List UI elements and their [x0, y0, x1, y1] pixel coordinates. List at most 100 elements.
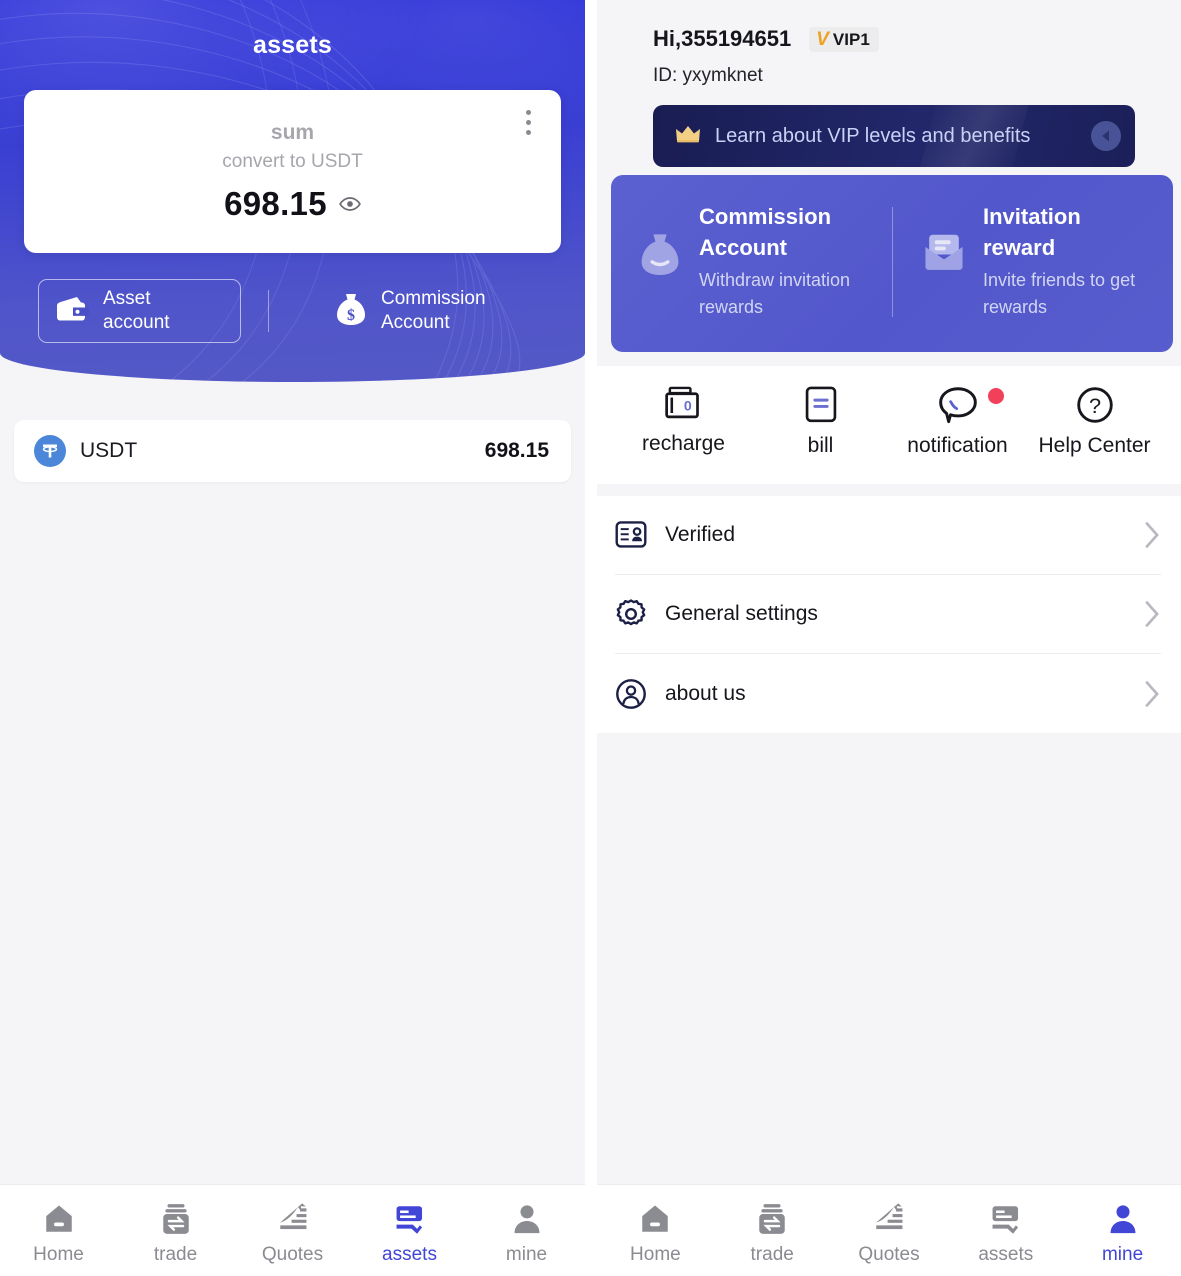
tab-assets[interactable]: assets	[947, 1202, 1064, 1266]
quick-action-label: notification	[907, 434, 1008, 457]
tab-label: Home	[33, 1243, 84, 1265]
tab-label: Quotes	[858, 1243, 920, 1265]
trade-icon	[162, 1203, 189, 1234]
account-divider	[268, 290, 269, 332]
tab-label: mine	[505, 1243, 548, 1265]
chevron-right-icon	[1145, 680, 1159, 707]
tab-mine[interactable]: mine	[1064, 1202, 1181, 1266]
panel-divider	[585, 0, 597, 1276]
tab-mine[interactable]: mine	[468, 1202, 585, 1266]
mine-screen: Hi,355194651 V VIP1 ID: yxymknet Learn a…	[597, 0, 1181, 1276]
promo-title: Invitation reward	[983, 204, 1081, 260]
quick-action-notification[interactable]: notification	[889, 386, 1026, 458]
token-amount: 698.15	[484, 439, 549, 462]
balance-amount: 698.15	[224, 185, 327, 222]
tab-trade[interactable]: trade	[117, 1202, 234, 1266]
asset-account-label: Asset account	[103, 288, 170, 333]
commission-account-button[interactable]: $ Commission Account	[323, 278, 498, 344]
chevron-right-icon	[1145, 601, 1159, 627]
token-symbol: USDT	[80, 439, 138, 462]
person-icon	[1110, 1204, 1136, 1233]
asset-account-button[interactable]: Asset account	[38, 279, 241, 343]
tab-assets[interactable]: assets	[351, 1202, 468, 1266]
eye-icon[interactable]	[338, 193, 361, 215]
balance-card: sum convert to USDT 698.15	[24, 90, 561, 253]
svg-text:0: 0	[683, 397, 691, 413]
quick-action-bill[interactable]: bill	[752, 386, 889, 458]
dual-phone-screenshot: assets sum convert to USDT 698.15 Asset …	[0, 0, 1181, 1276]
promo-divider	[892, 207, 893, 317]
greeting-row: Hi,355194651 V VIP1	[653, 26, 1181, 52]
recharge-wallet-icon: 0	[664, 386, 699, 419]
account-type-switch: Asset account $ Commission Account	[38, 279, 561, 343]
bottom-tabbar-left: Home trade Quotes assets mine	[0, 1184, 585, 1276]
chevron-right-icon	[1145, 522, 1159, 548]
home-icon	[642, 1205, 669, 1232]
person-icon	[514, 1204, 539, 1233]
tab-label: Home	[630, 1243, 681, 1265]
settings-label: about us	[665, 681, 746, 705]
settings-row-about-us[interactable]: about us	[615, 654, 1161, 733]
tab-label: trade	[750, 1243, 794, 1265]
vip-banner[interactable]: Learn about VIP levels and benefits	[653, 105, 1135, 167]
quick-actions-row: 0 recharge bill notification ? Help Cent…	[597, 366, 1181, 484]
envelope-icon	[923, 231, 967, 321]
tab-quotes[interactable]: Quotes	[831, 1202, 948, 1266]
assets-screen: assets sum convert to USDT 698.15 Asset …	[0, 0, 585, 1276]
vip-badge[interactable]: V VIP1	[809, 26, 879, 52]
promo-text-block: Invitation reward Invite friends to get …	[983, 201, 1155, 321]
settings-label: General settings	[665, 602, 818, 625]
quotes-icon	[876, 1202, 903, 1229]
quick-action-label: bill	[807, 434, 834, 457]
tab-label: assets	[978, 1243, 1034, 1265]
quotes-icon	[279, 1202, 306, 1229]
trade-icon	[759, 1203, 785, 1234]
vip-banner-text: Learn about VIP levels and benefits	[715, 124, 1031, 147]
promo-title: Commission Account	[699, 204, 832, 260]
sum-label: sum	[270, 121, 315, 144]
wallet-icon	[55, 294, 90, 329]
svg-text:?: ?	[1088, 393, 1100, 418]
gear-icon	[616, 599, 646, 626]
notification-badge-dot	[987, 388, 1004, 404]
quick-action-label: Help Center	[1038, 434, 1151, 457]
tab-home[interactable]: Home	[597, 1202, 714, 1266]
promo-text-block: Commission Account Withdraw invitation r…	[699, 201, 897, 321]
home-icon	[45, 1205, 72, 1232]
quick-action-recharge[interactable]: 0 recharge	[615, 386, 752, 458]
arrow-left-circle-icon[interactable]	[1091, 121, 1121, 151]
profile-header: Hi,355194651 V VIP1 ID: yxymknet	[597, 0, 1181, 87]
tab-label: assets	[382, 1243, 437, 1265]
commission-account-label: Commission Account	[381, 288, 486, 333]
money-bag-icon: $	[335, 292, 367, 331]
promo-description: Withdraw invitation rewards	[699, 270, 851, 317]
promo-commission-account[interactable]: Commission Account Withdraw invitation r…	[639, 201, 897, 321]
tab-label: Quotes	[261, 1243, 324, 1265]
settings-row-verified[interactable]: Verified	[615, 496, 1161, 575]
kebab-menu-icon[interactable]	[518, 104, 539, 141]
tab-trade[interactable]: trade	[714, 1202, 831, 1266]
tab-label: mine	[1101, 1243, 1144, 1265]
bill-icon	[805, 386, 836, 423]
settings-list: Verified General settings about us	[597, 496, 1181, 733]
user-id: ID: yxymknet	[653, 65, 763, 86]
usdt-icon	[34, 435, 66, 467]
token-row-usdt[interactable]: USDT 698.15	[14, 420, 571, 482]
promo-card: Commission Account Withdraw invitation r…	[611, 175, 1173, 352]
assets-icon	[396, 1205, 422, 1234]
promo-invitation-reward[interactable]: Invitation reward Invite friends to get …	[897, 201, 1155, 321]
tab-quotes[interactable]: Quotes	[234, 1202, 351, 1266]
question-circle-icon: ?	[1076, 387, 1113, 423]
money-bag-icon	[639, 231, 683, 321]
quick-action-label: recharge	[642, 432, 725, 455]
assets-icon	[992, 1205, 1018, 1234]
user-circle-icon	[616, 678, 646, 709]
svg-text:$: $	[347, 307, 355, 324]
quick-action-help-center[interactable]: ? Help Center	[1026, 386, 1163, 458]
tab-home[interactable]: Home	[0, 1202, 117, 1266]
bottom-tabbar-right: Home trade Quotes assets mine	[597, 1184, 1181, 1276]
id-card-icon	[615, 521, 647, 548]
settings-row-general-settings[interactable]: General settings	[615, 575, 1161, 654]
page-title: assets	[252, 31, 333, 59]
vip-level-label: VIP1	[832, 29, 870, 49]
